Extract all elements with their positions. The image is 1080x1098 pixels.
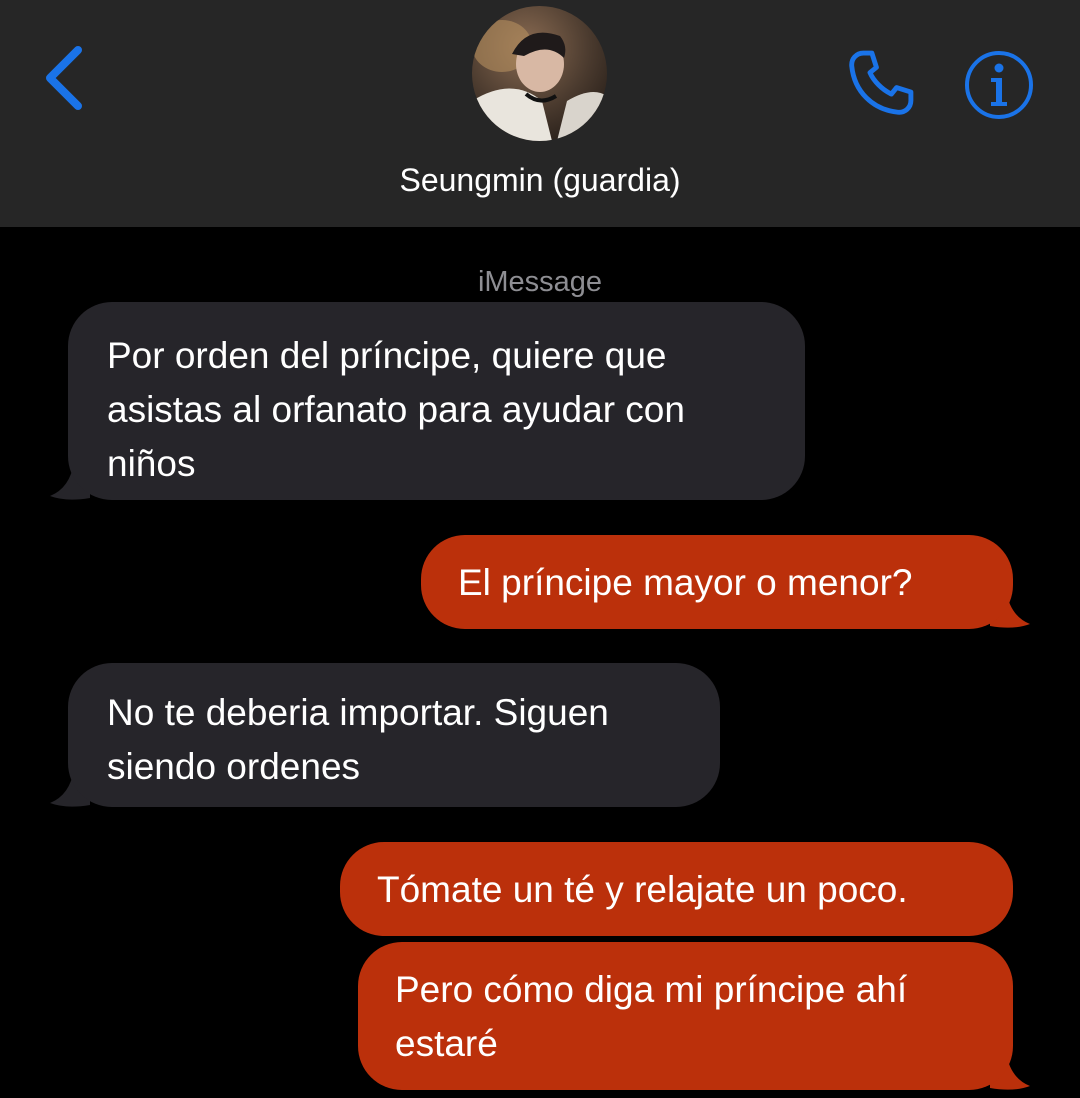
back-button[interactable]: [36, 40, 96, 116]
conversation-header: Seungmin (guardia): [0, 0, 1080, 227]
message-bubble-sent[interactable]: Tómate un té y relajate un poco.: [340, 842, 1013, 936]
info-button[interactable]: [962, 48, 1036, 122]
info-icon: [965, 51, 1033, 119]
message-bubble-sent[interactable]: Pero cómo diga mi príncipe ahí estaré: [358, 942, 1013, 1090]
contact-avatar[interactable]: [472, 6, 607, 141]
message-text: Pero cómo diga mi príncipe ahí estaré: [395, 969, 908, 1064]
avatar-photo: [472, 6, 607, 141]
service-label: iMessage: [477, 266, 603, 298]
message-bubble-received[interactable]: Por orden del príncipe, quiere que asist…: [68, 302, 805, 500]
message-bubble-received[interactable]: No te deberia importar. Siguen siendo or…: [68, 663, 720, 807]
message-text: Por orden del príncipe, quiere que asist…: [107, 335, 685, 484]
message-text: No te deberia importar. Siguen siendo or…: [107, 692, 609, 787]
contact-name[interactable]: Seungmin (guardia): [0, 160, 1080, 200]
message-text: Tómate un té y relajate un poco.: [377, 869, 908, 910]
call-button[interactable]: [842, 44, 920, 122]
message-text: El príncipe mayor o menor?: [458, 562, 913, 603]
message-bubble-sent[interactable]: El príncipe mayor o menor?: [421, 535, 1013, 629]
phone-icon: [849, 50, 914, 115]
chevron-left-icon: [46, 46, 82, 110]
